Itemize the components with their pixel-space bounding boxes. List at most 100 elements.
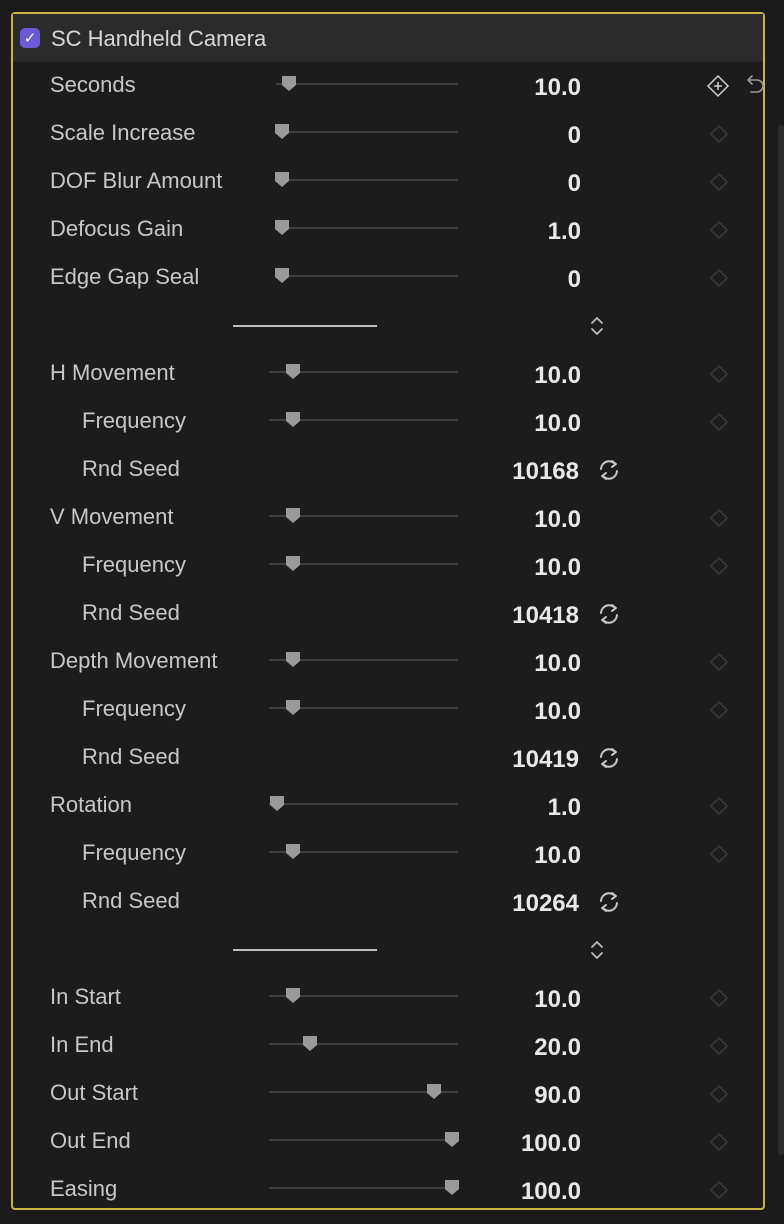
slider-thumb[interactable] bbox=[273, 219, 291, 237]
keyframe-diamond-icon bbox=[710, 125, 728, 143]
section-separator bbox=[13, 926, 763, 974]
slider-thumb[interactable] bbox=[284, 555, 302, 573]
parameter-value[interactable]: 10.0 bbox=[534, 410, 581, 438]
parameter-label: Rotation bbox=[50, 792, 132, 817]
parameter-row: Frequency 10.0 bbox=[13, 686, 763, 734]
keyframe-diamond-icon bbox=[710, 269, 728, 287]
parameter-value[interactable]: 0 bbox=[568, 170, 581, 198]
parameter-value[interactable]: 100.0 bbox=[521, 1178, 581, 1206]
keyframe-button[interactable] bbox=[709, 508, 729, 528]
add-keyframe-button[interactable] bbox=[706, 74, 730, 98]
slider-thumb[interactable] bbox=[443, 1179, 461, 1197]
reseed-button[interactable] bbox=[595, 600, 623, 628]
slider-track[interactable] bbox=[276, 131, 458, 133]
parameter-label: DOF Blur Amount bbox=[50, 168, 223, 193]
parameter-value[interactable]: 10.0 bbox=[534, 554, 581, 582]
parameter-value[interactable]: 10.0 bbox=[534, 698, 581, 726]
parameter-value[interactable]: 10.0 bbox=[534, 506, 581, 534]
slider-track[interactable] bbox=[269, 1187, 458, 1189]
keyframe-button[interactable] bbox=[709, 364, 729, 384]
parameter-label: Out Start bbox=[50, 1080, 139, 1105]
slider-thumb-shape bbox=[285, 988, 300, 1003]
parameter-row: H Movement 10.0 bbox=[13, 350, 763, 398]
keyframe-button[interactable] bbox=[709, 844, 729, 864]
keyframe-button[interactable] bbox=[709, 124, 729, 144]
slider-thumb[interactable] bbox=[273, 123, 291, 141]
keyframe-button[interactable] bbox=[709, 1180, 729, 1200]
slider-thumb-shape bbox=[275, 124, 289, 139]
keyframe-button[interactable] bbox=[709, 700, 729, 720]
keyframe-button[interactable] bbox=[709, 220, 729, 240]
parameter-row: Out Start 90.0 bbox=[13, 1070, 763, 1118]
keyframe-button[interactable] bbox=[709, 652, 729, 672]
parameter-label: H Movement bbox=[50, 360, 175, 385]
slider-thumb[interactable] bbox=[284, 699, 302, 717]
keyframe-button[interactable] bbox=[709, 988, 729, 1008]
seed-value[interactable]: 10168 bbox=[512, 458, 579, 486]
scrollbar[interactable] bbox=[778, 125, 784, 1155]
expand-toggle[interactable] bbox=[588, 938, 606, 962]
parameter-value[interactable]: 0 bbox=[568, 122, 581, 150]
keyframe-button[interactable] bbox=[709, 796, 729, 816]
parameter-label: Rnd Seed bbox=[82, 456, 180, 481]
parameter-row: DOF Blur Amount 0 bbox=[13, 158, 763, 206]
keyframe-button[interactable] bbox=[709, 1084, 729, 1104]
slider-thumb[interactable] bbox=[284, 411, 302, 429]
slider-thumb[interactable] bbox=[425, 1083, 443, 1101]
keyframe-button[interactable] bbox=[709, 556, 729, 576]
slider-track[interactable] bbox=[269, 1139, 458, 1141]
parameter-value[interactable]: 1.0 bbox=[548, 218, 581, 246]
parameter-row: In Start 10.0 bbox=[13, 974, 763, 1022]
slider-thumb[interactable] bbox=[284, 651, 302, 669]
slider-thumb[interactable] bbox=[284, 363, 302, 381]
slider-thumb[interactable] bbox=[268, 795, 286, 813]
slider-track[interactable] bbox=[276, 275, 458, 277]
seed-value[interactable]: 10418 bbox=[512, 602, 579, 630]
slider-track[interactable] bbox=[276, 227, 458, 229]
reseed-button[interactable] bbox=[595, 456, 623, 484]
slider-track[interactable] bbox=[269, 1043, 458, 1045]
keyframe-button[interactable] bbox=[709, 412, 729, 432]
slider-thumb-shape bbox=[285, 412, 300, 427]
slider-thumb[interactable] bbox=[301, 1035, 319, 1053]
parameter-value[interactable]: 10.0 bbox=[534, 650, 581, 678]
seed-value[interactable]: 10419 bbox=[512, 746, 579, 774]
slider-track[interactable] bbox=[276, 179, 458, 181]
parameter-value[interactable]: 10.0 bbox=[534, 74, 581, 102]
slider-track[interactable] bbox=[276, 83, 458, 85]
slider-thumb[interactable] bbox=[280, 75, 298, 93]
enable-checkbox[interactable]: ✓ bbox=[20, 28, 40, 48]
parameter-row: Rotation 1.0 bbox=[13, 782, 763, 830]
keyframe-button[interactable] bbox=[709, 1132, 729, 1152]
expand-toggle[interactable] bbox=[588, 314, 606, 338]
slider-thumb[interactable] bbox=[443, 1131, 461, 1149]
seed-value[interactable]: 10264 bbox=[512, 890, 579, 918]
reseed-button[interactable] bbox=[595, 888, 623, 916]
keyframe-button[interactable] bbox=[709, 1036, 729, 1056]
slider-thumb[interactable] bbox=[284, 987, 302, 1005]
keyframe-diamond-icon bbox=[710, 845, 728, 863]
slider-track[interactable] bbox=[269, 803, 458, 805]
parameter-value[interactable]: 10.0 bbox=[534, 986, 581, 1014]
slider-thumb-shape bbox=[285, 652, 300, 667]
parameter-row: Rnd Seed 10418 bbox=[13, 590, 763, 638]
parameter-label: Depth Movement bbox=[50, 648, 218, 673]
parameter-row: Out End 100.0 bbox=[13, 1118, 763, 1166]
keyframe-diamond-icon bbox=[710, 989, 728, 1007]
parameter-value[interactable]: 10.0 bbox=[534, 842, 581, 870]
slider-thumb[interactable] bbox=[273, 171, 291, 189]
parameter-row: Rnd Seed 10419 bbox=[13, 734, 763, 782]
parameter-value[interactable]: 100.0 bbox=[521, 1130, 581, 1158]
parameter-value[interactable]: 10.0 bbox=[534, 362, 581, 390]
keyframe-button[interactable] bbox=[709, 268, 729, 288]
reseed-button[interactable] bbox=[595, 744, 623, 772]
slider-thumb[interactable] bbox=[284, 507, 302, 525]
keyframe-button[interactable] bbox=[709, 172, 729, 192]
reset-button[interactable] bbox=[741, 74, 767, 98]
parameter-value[interactable]: 90.0 bbox=[534, 1082, 581, 1110]
parameter-value[interactable]: 0 bbox=[568, 266, 581, 294]
parameter-value[interactable]: 1.0 bbox=[548, 794, 581, 822]
parameter-value[interactable]: 20.0 bbox=[534, 1034, 581, 1062]
slider-thumb[interactable] bbox=[284, 843, 302, 861]
slider-thumb[interactable] bbox=[273, 267, 291, 285]
